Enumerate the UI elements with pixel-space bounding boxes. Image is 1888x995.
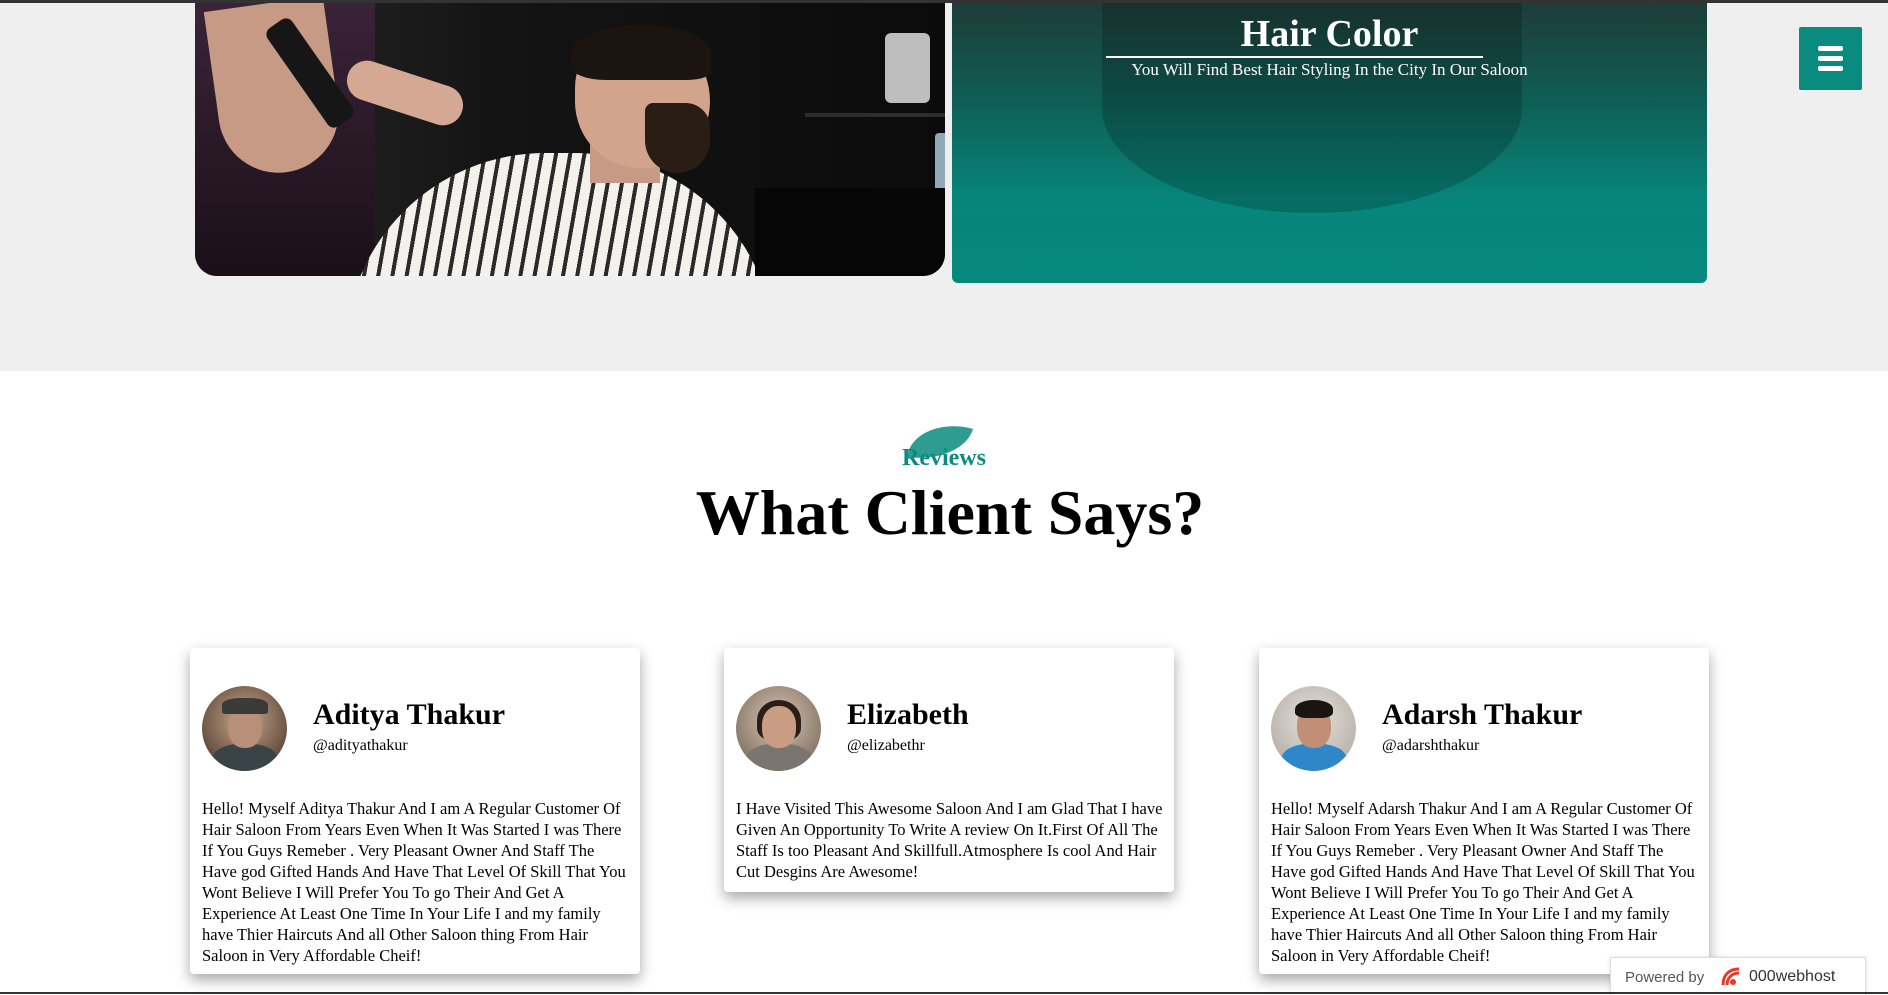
barber-photo — [195, 3, 945, 276]
menu-button[interactable] — [1799, 27, 1862, 90]
000webhost-logo-icon — [1721, 967, 1740, 986]
powered-by-label: Powered by — [1625, 969, 1705, 986]
powered-by-badge[interactable]: Powered by 000webhost — [1610, 957, 1866, 995]
brand-name: 000webhost — [1749, 968, 1836, 985]
reviewer-handle: @adityathakur — [313, 737, 408, 754]
review-text: Hello! Myself Adarsh Thakur And I am A R… — [1271, 799, 1695, 965]
reviewer-handle: @adarshthakur — [1382, 737, 1480, 754]
review-text: Hello! Myself Aditya Thakur And I am A R… — [202, 799, 626, 965]
reviewer-name: Elizabeth — [847, 698, 969, 731]
hair-color-card[interactable]: Hair Color You Will Find Best Hair Styli… — [952, 3, 1707, 283]
reviews-kicker: Reviews — [902, 445, 986, 471]
reviewer-name: Adarsh Thakur — [1382, 698, 1583, 731]
title-underline — [1106, 56, 1483, 58]
hair-color-subtitle: You Will Find Best Hair Styling In the C… — [1131, 60, 1528, 79]
reviewer-handle: @elizabethr — [847, 737, 925, 754]
avatar — [202, 686, 287, 771]
avatar — [736, 686, 821, 771]
section-title: What Client Says? — [695, 477, 1205, 548]
review-card-aditya: Aditya Thakur @adityathakur Hello! Mysel… — [190, 648, 640, 974]
hair-color-title: Hair Color — [1240, 13, 1419, 55]
reviewer-name: Aditya Thakur — [313, 698, 506, 731]
review-card-adarsh: Adarsh Thakur @adarshthakur Hello! Mysel… — [1259, 648, 1709, 974]
review-text: I Have Visited This Awesome Saloon And I… — [736, 799, 1163, 881]
avatar — [1271, 686, 1356, 771]
hamburger-menu-icon — [1818, 46, 1843, 51]
review-card-elizabeth: Elizabeth @elizabethr I Have Visited Thi… — [724, 648, 1174, 892]
